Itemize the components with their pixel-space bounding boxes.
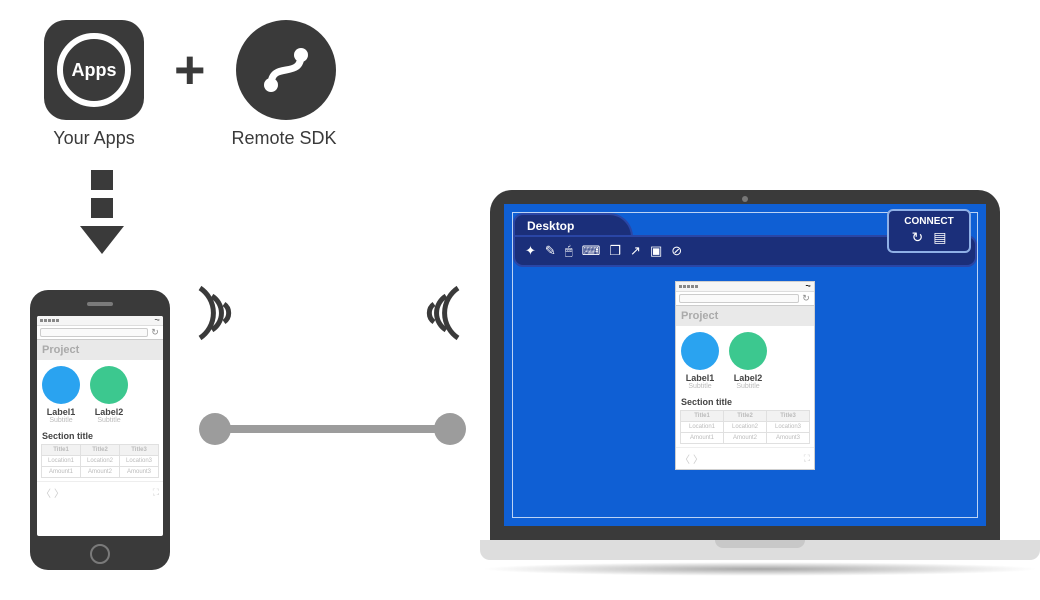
wireless-left-icon [190, 278, 250, 348]
label2: Label2 [95, 407, 124, 417]
fullscreen-icon[interactable]: ⛶ [153, 487, 159, 498]
phone-screen: ⏦ ↻ Project Label1Subtitle Label2Subtitl… [37, 316, 163, 536]
label1-sub: Subtitle [49, 417, 72, 424]
block-icon[interactable]: ⊘ [671, 243, 682, 259]
label2-sub: Subtitle [97, 417, 120, 424]
apps-badge: Apps [44, 20, 144, 120]
circle-green[interactable] [90, 366, 128, 404]
remote-phone-mirror: ⏦ ↻ Project Label1Subtitle Label2Subtitl… [675, 281, 815, 470]
apps-badge-label: Apps [72, 60, 117, 81]
sdk-label: Remote SDK [224, 128, 344, 149]
circle-blue[interactable] [42, 366, 80, 404]
label1: Label1 [47, 407, 76, 417]
mouse-icon[interactable]: 🖱 [565, 243, 573, 259]
device-icon: ▤ [933, 229, 946, 246]
mirror-project-title: Project [676, 306, 814, 326]
section-title: Section title [37, 426, 163, 444]
mirror-circle-green[interactable] [729, 332, 767, 370]
back-icon[interactable]: 〈 [41, 485, 51, 500]
home-button[interactable] [90, 544, 110, 564]
camera-icon[interactable]: ▣ [650, 243, 662, 259]
arrow-down-icon [80, 170, 124, 254]
mirror-back-icon[interactable]: 〈 [680, 451, 690, 466]
url-field[interactable] [40, 328, 148, 337]
mirror-reload-icon[interactable]: ↻ [801, 293, 811, 304]
wireless-right-icon [408, 278, 468, 348]
wifi-icon: ⏦ [154, 317, 160, 325]
mirror-forward-icon[interactable]: 〉 [693, 451, 703, 466]
mirror-table: Title1Title2Title3 Location1Location2Loc… [680, 410, 810, 444]
pointer-icon[interactable]: ✦ [525, 243, 536, 259]
phone-device: ⏦ ↻ Project Label1Subtitle Label2Subtitl… [30, 290, 170, 570]
connection-bar [215, 425, 450, 433]
sdk-badge-icon [236, 20, 336, 120]
keyboard-icon[interactable]: ⌨ [582, 243, 601, 259]
forward-icon[interactable]: 〉 [54, 485, 64, 500]
laptop-screen: Desktop ✦ ✎ 🖱 ⌨ ❐ ↗ ▣ ⊘ [504, 204, 986, 526]
connect-button[interactable]: CONNECT ↻ ▤ [887, 209, 971, 253]
reload-icon[interactable]: ↻ [150, 327, 160, 338]
mirror-url-field[interactable] [679, 294, 799, 303]
plus-icon: + [174, 39, 206, 101]
mirror-section-title: Section title [676, 392, 814, 410]
your-apps-label: Your Apps [44, 128, 144, 149]
share-icon[interactable]: ↗ [630, 243, 641, 259]
connect-label: CONNECT [904, 216, 953, 227]
laptop-device: Desktop ✦ ✎ 🖱 ⌨ ❐ ↗ ▣ ⊘ [480, 190, 1010, 576]
desktop-tab[interactable]: Desktop [513, 213, 633, 237]
sync-icon: ↻ [912, 229, 924, 246]
pencil-icon[interactable]: ✎ [545, 243, 556, 259]
project-title: Project [37, 340, 163, 360]
window-icon[interactable]: ❐ [609, 243, 621, 259]
mirror-fullscreen-icon[interactable]: ⛶ [804, 453, 810, 464]
mirror-circle-blue[interactable] [681, 332, 719, 370]
data-table: Title1Title2Title3 Location1Location2Loc… [41, 444, 159, 478]
desktop-window: Desktop ✦ ✎ 🖱 ⌨ ❐ ↗ ▣ ⊘ [512, 212, 978, 518]
